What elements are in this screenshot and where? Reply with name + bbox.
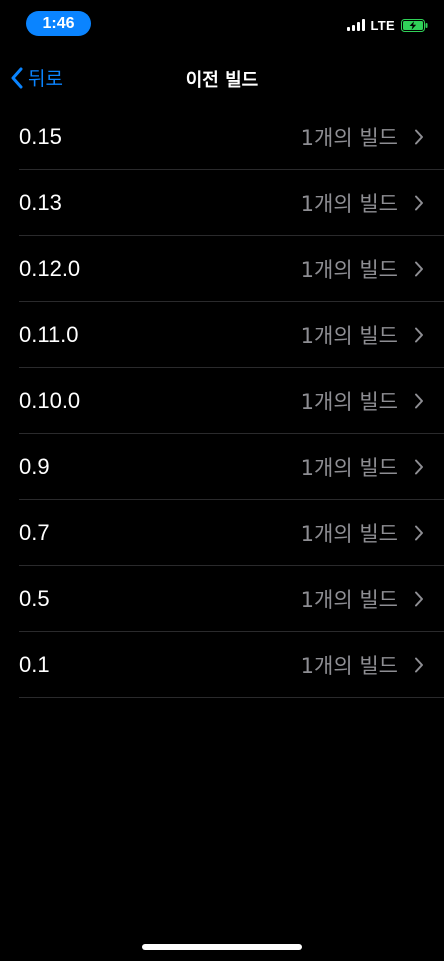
version-label: 0.9 <box>19 454 50 479</box>
build-count-label: 1개의 빌드 <box>300 588 398 612</box>
chevron-right-icon <box>415 525 423 541</box>
build-list: 0.15 1개의 빌드 0.13 1개의 빌드 0.12.0 1개의 빌드 0.… <box>0 104 444 698</box>
list-item[interactable]: 0.7 1개의 빌드 <box>0 500 444 566</box>
battery-charging-icon <box>401 18 428 32</box>
version-label: 0.1 <box>19 652 50 677</box>
chevron-right-icon <box>415 129 423 145</box>
cellular-signal-icon <box>346 19 365 31</box>
list-item[interactable]: 0.5 1개의 빌드 <box>0 566 444 632</box>
build-count-label: 1개의 빌드 <box>300 192 398 216</box>
chevron-right-icon <box>415 393 423 409</box>
chevron-right-icon <box>415 657 423 673</box>
build-count-label: 1개의 빌드 <box>300 456 398 480</box>
list-item[interactable]: 0.13 1개의 빌드 <box>0 170 444 236</box>
status-indicators: LTE <box>346 17 429 33</box>
list-item[interactable]: 0.12.0 1개의 빌드 <box>0 236 444 302</box>
build-count-label: 1개의 빌드 <box>300 126 398 150</box>
version-label: 0.13 <box>19 190 62 215</box>
network-type-label: LTE <box>370 17 395 33</box>
chevron-right-icon <box>415 327 423 343</box>
build-count-label: 1개의 빌드 <box>300 654 398 678</box>
version-label: 0.5 <box>19 586 50 611</box>
chevron-right-icon <box>415 195 423 211</box>
version-label: 0.15 <box>19 124 62 149</box>
chevron-right-icon <box>415 459 423 475</box>
chevron-right-icon <box>415 261 423 277</box>
version-label: 0.12.0 <box>19 256 81 281</box>
status-bar: 1:46 LTE <box>0 0 444 46</box>
list-item[interactable]: 0.11.0 1개의 빌드 <box>0 302 444 368</box>
status-time[interactable]: 1:46 <box>26 11 91 36</box>
version-label: 0.10.0 <box>19 388 81 413</box>
home-indicator[interactable] <box>142 944 302 950</box>
page-title: 이전 빌드 <box>185 70 259 91</box>
list-item[interactable]: 0.1 1개의 빌드 <box>0 632 444 698</box>
build-count-label: 1개의 빌드 <box>300 258 398 282</box>
build-count-label: 1개의 빌드 <box>300 522 398 546</box>
list-item[interactable]: 0.15 1개의 빌드 <box>0 104 444 170</box>
list-item[interactable]: 0.10.0 1개의 빌드 <box>0 368 444 434</box>
version-label: 0.7 <box>19 520 50 545</box>
list-item[interactable]: 0.9 1개의 빌드 <box>0 434 444 500</box>
build-count-label: 1개의 빌드 <box>300 390 398 414</box>
version-label: 0.11.0 <box>19 322 79 347</box>
build-count-label: 1개의 빌드 <box>300 324 398 348</box>
navigation-bar: 뒤로 이전 빌드 <box>0 56 444 100</box>
chevron-right-icon <box>415 591 423 607</box>
